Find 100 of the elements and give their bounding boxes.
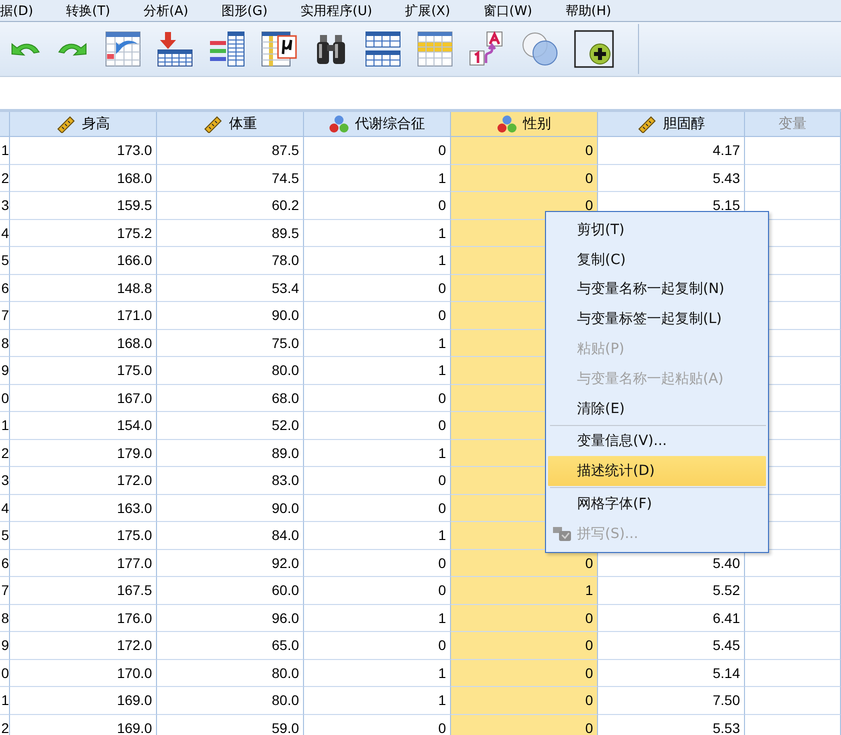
row-number: 5 [0, 247, 10, 274]
row-number: 2 [0, 440, 10, 467]
corner-header [0, 112, 10, 137]
menu-item[interactable]: 扩展(X) [405, 2, 462, 20]
table-cell: 59.0 [157, 714, 304, 735]
variable-list-icon[interactable] [208, 30, 246, 68]
download-table-icon[interactable] [156, 30, 194, 68]
table-cell: 90.0 [157, 302, 304, 330]
column-header[interactable]: 性别 [451, 112, 598, 137]
table-cell: 0 [451, 687, 598, 714]
table-cell: 87.5 [157, 137, 304, 164]
circles-icon[interactable] [520, 30, 560, 68]
row-number: 7 [0, 302, 10, 330]
table-cell: 179.0 [10, 440, 157, 467]
menu-item[interactable]: 图形(G) [221, 2, 279, 20]
table-cell: 0 [451, 550, 598, 577]
table-cell: 5.53 [598, 714, 745, 735]
row-number: 9 [0, 357, 10, 384]
menu-item[interactable]: 实用程序(U) [300, 2, 384, 20]
menu-option[interactable]: 变量信息(V)... [548, 426, 766, 456]
menu-option[interactable]: 与变量名称一起复制(N) [548, 274, 766, 304]
menu-item[interactable]: 窗口(W) [483, 2, 544, 20]
table-cell: 92.0 [157, 550, 304, 577]
menu-item[interactable]: 帮助(H) [565, 2, 622, 20]
row-number: 8 [0, 604, 10, 632]
table-cell: 78.0 [157, 247, 304, 274]
row-number: 1 [0, 137, 10, 164]
table-cell: 60.2 [157, 192, 304, 220]
table-cell: 175.0 [10, 357, 157, 384]
table-cell: 0 [451, 660, 598, 687]
column-header[interactable]: 体重 [157, 112, 304, 137]
table-cell: 175.0 [10, 522, 157, 550]
table-cell: 0 [451, 604, 598, 632]
table-cell: 5.52 [598, 577, 745, 604]
row-number: 2 [0, 164, 10, 192]
row-number: 4 [0, 220, 10, 247]
table-cell: 168.0 [10, 330, 157, 357]
ruler-icon [637, 115, 657, 133]
row-number: 2 [0, 714, 10, 735]
table-cell: 75.0 [157, 330, 304, 357]
three-balls-icon [329, 115, 349, 133]
table-cell: 0 [451, 137, 598, 164]
table-cell: 1 [451, 577, 598, 604]
menu-option[interactable]: 与变量标签一起复制(L) [548, 304, 766, 334]
ruler-icon [203, 115, 223, 133]
column-name: 代谢综合征 [355, 115, 425, 133]
add-icon[interactable] [574, 30, 614, 68]
menu-item[interactable]: 转换(T) [66, 2, 122, 20]
table-cell: 172.0 [10, 632, 157, 660]
table-cell: 68.0 [157, 384, 304, 412]
table-cell: 167.0 [10, 384, 157, 412]
table-cell: 89.5 [157, 220, 304, 247]
table-cell: 60.0 [157, 577, 304, 604]
table-cell: 0 [451, 632, 598, 660]
row-number: 6 [0, 274, 10, 302]
table-cell: 7.50 [598, 687, 745, 714]
table-cell: 148.8 [10, 274, 157, 302]
table-cell: 0 [451, 714, 598, 735]
table-cell: 177.0 [10, 550, 157, 577]
table-cell: 0 [451, 164, 598, 192]
row-number: 4 [0, 494, 10, 522]
menu-option[interactable]: 描述统计(D) [548, 456, 766, 486]
table-cell: 166.0 [10, 247, 157, 274]
table-cell: 74.5 [157, 164, 304, 192]
table-cell: 172.0 [10, 467, 157, 494]
table-cell: 89.0 [157, 440, 304, 467]
split-table-icon[interactable] [364, 30, 402, 68]
menu-item[interactable]: 据(D) [0, 2, 44, 20]
table-cell: 5.43 [598, 164, 745, 192]
table-cell: 80.0 [157, 660, 304, 687]
table-cell: 173.0 [10, 137, 157, 164]
stamp-icon [552, 526, 572, 542]
ruler-icon [56, 115, 76, 133]
table-cell: 171.0 [10, 302, 157, 330]
column-name: 胆固醇 [663, 115, 705, 133]
menu-option[interactable]: 清除(E) [548, 394, 766, 424]
table-cell: 167.5 [10, 577, 157, 604]
table-cell: 176.0 [10, 604, 157, 632]
column-header[interactable]: 胆固醇 [598, 112, 745, 137]
row-number: 1 [0, 412, 10, 440]
menu-option[interactable]: 网格字体(F) [548, 489, 766, 519]
table-cell: 96.0 [157, 604, 304, 632]
row-number: 0 [0, 384, 10, 412]
table-cell: 80.0 [157, 687, 304, 714]
mu-table-icon[interactable] [260, 30, 298, 68]
column-name: 身高 [82, 115, 110, 133]
table-cell: 5.14 [598, 660, 745, 687]
highlighted-table-icon[interactable] [416, 30, 454, 68]
table-cell: 169.0 [10, 687, 157, 714]
table-cell: 159.5 [10, 192, 157, 220]
column-header[interactable]: 身高 [10, 112, 157, 137]
row-number: 3 [0, 467, 10, 494]
menu-option[interactable]: 复制(C) [548, 244, 766, 275]
table-cell: 175.2 [10, 220, 157, 247]
menu-item[interactable]: 分析(A) [143, 2, 200, 20]
table-cell: 5.45 [598, 632, 745, 660]
row-number: 1 [0, 687, 10, 714]
table-cell: 170.0 [10, 660, 157, 687]
table-cell: 6.41 [598, 604, 745, 632]
column-header[interactable]: 代谢综合征 [304, 112, 451, 137]
